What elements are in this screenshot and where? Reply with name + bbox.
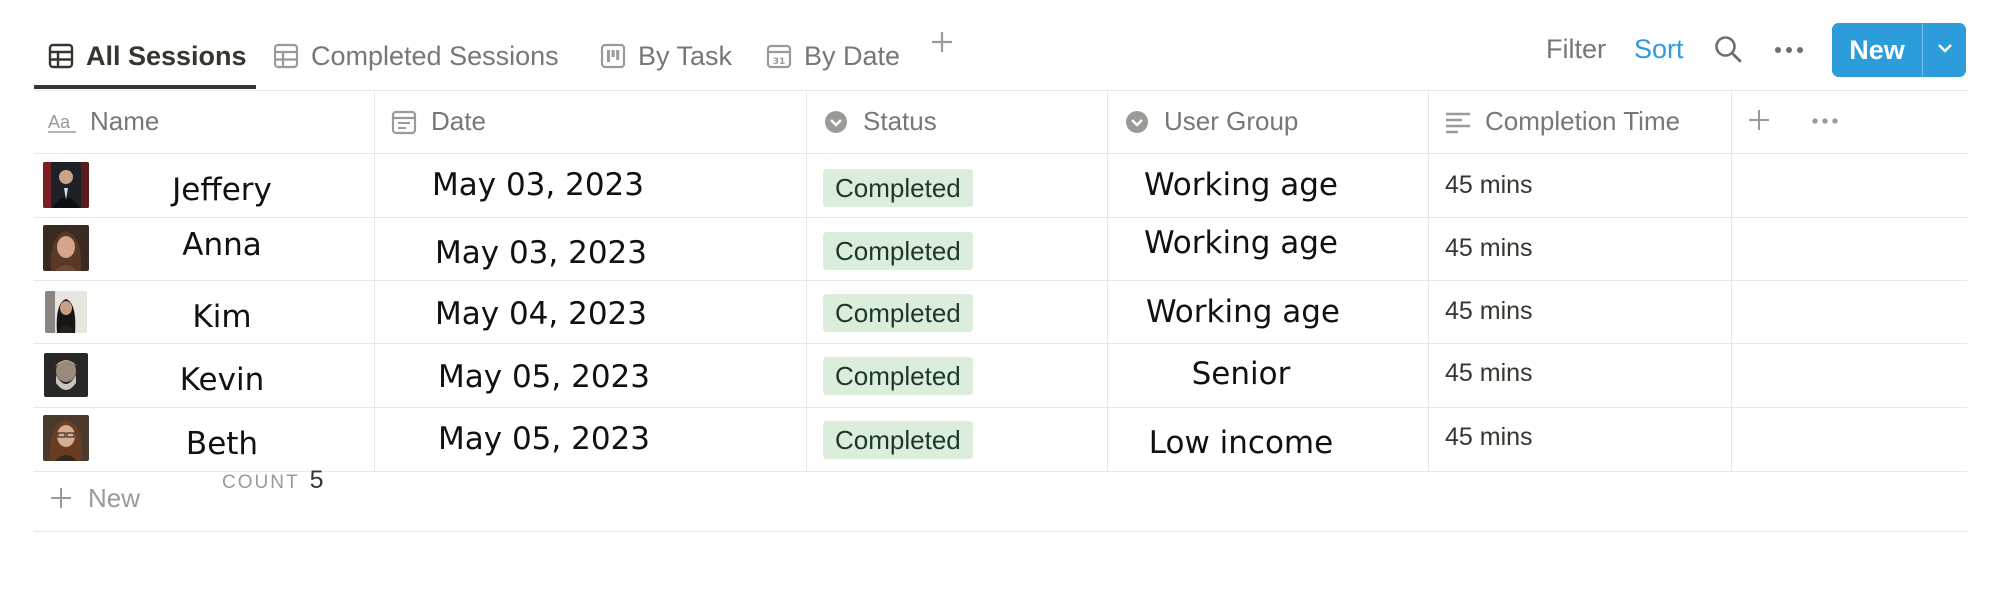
cell-user-group: Working age — [1143, 225, 1339, 261]
more-options-button[interactable] — [1772, 34, 1806, 66]
table-row[interactable]: Anna May 03, 2023 Completed Working age … — [34, 218, 1967, 281]
cell-user-group: Low income — [1148, 425, 1334, 461]
tab-by-date[interactable]: 31 By Date — [764, 22, 900, 90]
new-button-group: New — [1832, 23, 1966, 77]
table-icon — [271, 41, 301, 71]
column-header-name[interactable]: Aa Name — [48, 90, 159, 153]
count-value: 5 — [309, 466, 324, 494]
status-badge[interactable]: Completed — [823, 232, 973, 270]
plus-icon — [1746, 110, 1772, 137]
avatar — [43, 415, 89, 461]
tab-all-sessions[interactable]: All Sessions — [46, 22, 247, 90]
cell-name: Jeffery — [172, 172, 272, 208]
tab-label: By Date — [804, 40, 901, 71]
tab-completed-sessions[interactable]: Completed Sessions — [271, 22, 559, 90]
cell-date: May 05, 2023 — [438, 421, 650, 457]
new-dropdown-button[interactable] — [1922, 23, 1966, 77]
column-label: Date — [431, 106, 486, 136]
table-row[interactable]: Jeffery May 03, 2023 Completed Working a… — [34, 154, 1967, 217]
add-row-button[interactable]: New — [48, 473, 140, 523]
cell-completion-time: 45 mins — [1445, 234, 1533, 262]
cell-name: Beth — [185, 426, 259, 462]
search-button[interactable] — [1713, 34, 1745, 66]
cell-user-group: Working age — [1145, 294, 1341, 330]
text-property-icon: Aa — [48, 107, 78, 137]
cell-date: May 05, 2023 — [438, 359, 650, 395]
status-property-icon — [821, 107, 851, 137]
date-property-icon — [389, 107, 419, 137]
new-button[interactable]: New — [1832, 23, 1922, 77]
cell-date: May 03, 2023 — [432, 167, 644, 203]
search-icon — [1713, 36, 1743, 68]
avatar — [44, 353, 88, 397]
cell-completion-time: 45 mins — [1445, 423, 1533, 451]
status-badge[interactable]: Completed — [823, 357, 973, 395]
column-header-completion-time[interactable]: Completion Time — [1443, 90, 1680, 153]
column-header-user-group[interactable]: User Group — [1122, 90, 1298, 153]
cell-name: Kevin — [179, 362, 265, 398]
svg-text:31: 31 — [773, 57, 786, 67]
cell-date: May 04, 2023 — [435, 296, 647, 332]
row-count[interactable]: COUNT 5 — [222, 466, 323, 495]
table-row[interactable]: Kim May 04, 2023 Completed Working age 4… — [34, 281, 1967, 344]
cell-completion-time: 45 mins — [1445, 359, 1533, 387]
plus-icon — [929, 29, 955, 60]
text-lines-icon — [1443, 107, 1473, 137]
footer-border — [34, 531, 1967, 532]
tab-label: Completed Sessions — [311, 40, 559, 71]
count-label: COUNT — [222, 472, 300, 493]
cell-user-group: Senior — [1191, 356, 1291, 392]
tab-label: By Task — [638, 40, 733, 71]
status-badge[interactable]: Completed — [823, 294, 973, 332]
calendar-icon: 31 — [764, 41, 794, 71]
avatar — [43, 162, 89, 208]
add-row-label: New — [88, 482, 141, 513]
more-icon — [1774, 41, 1804, 59]
table-icon — [46, 41, 76, 71]
cell-completion-time: 45 mins — [1445, 171, 1533, 199]
table-row[interactable]: Beth May 05, 2023 Completed Low income 4… — [34, 408, 1967, 471]
filter-button[interactable]: Filter — [1546, 34, 1606, 65]
avatar — [43, 225, 89, 271]
cell-name: Kim — [192, 299, 252, 335]
tab-label: All Sessions — [86, 40, 247, 71]
add-view-button[interactable] — [927, 29, 957, 59]
tab-by-task[interactable]: By Task — [598, 22, 732, 90]
column-label: Status — [863, 106, 937, 136]
column-label: Completion Time — [1485, 106, 1681, 136]
column-label: Name — [90, 106, 160, 136]
cell-name: Anna — [182, 227, 262, 263]
active-tab-indicator — [34, 85, 256, 89]
plus-icon — [48, 485, 74, 511]
more-icon — [1811, 112, 1839, 130]
cell-user-group: Working age — [1143, 167, 1339, 203]
avatar — [45, 291, 87, 333]
status-badge[interactable]: Completed — [823, 169, 973, 207]
cell-date: May 03, 2023 — [435, 235, 647, 271]
svg-text:Aa: Aa — [48, 112, 71, 132]
table-row[interactable]: Kevin May 05, 2023 Completed Senior 45 m… — [34, 344, 1967, 407]
add-property-button[interactable] — [1746, 107, 1774, 135]
table-bottom-border — [34, 471, 1967, 472]
sort-button[interactable]: Sort — [1634, 34, 1684, 65]
column-header-date[interactable]: Date — [389, 90, 486, 153]
chevron-down-icon — [1936, 41, 1954, 59]
select-property-icon — [1122, 107, 1152, 137]
board-icon — [598, 41, 628, 71]
column-options-button[interactable] — [1808, 107, 1842, 135]
column-label: User Group — [1164, 106, 1299, 136]
status-badge[interactable]: Completed — [823, 421, 973, 459]
column-header-status[interactable]: Status — [821, 90, 937, 153]
cell-completion-time: 45 mins — [1445, 297, 1533, 325]
